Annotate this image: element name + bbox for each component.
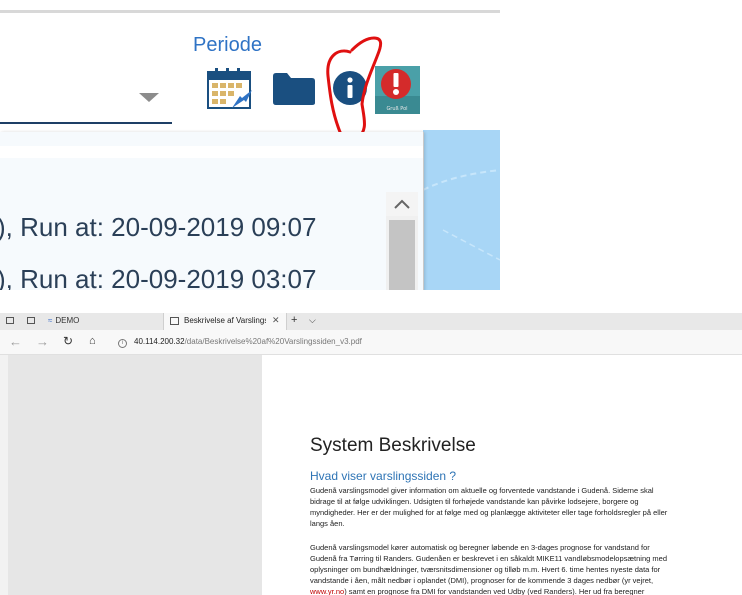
run-list-item[interactable]: ), Run at: 20-09-2019 03:07: [0, 264, 316, 290]
pdf-paragraph: Gudenå varslingsmodel kører automatisk o…: [310, 542, 720, 595]
viewer-left-edge: [0, 355, 8, 595]
folder-icon[interactable]: [272, 72, 316, 106]
site-icon: ≈: [48, 316, 53, 325]
station-dropdown[interactable]: [0, 76, 172, 124]
periode-label: Periode: [193, 34, 262, 56]
url-field[interactable]: i 40.114.200.32/data/Beskrivelse%20af%20V…: [118, 337, 362, 348]
pdf-subtitle: Hvad viser varslingssiden ?: [310, 469, 457, 483]
pdf-page: System Beskrivelse Hvad viser varslingss…: [262, 355, 742, 595]
address-bar: ← → ↻ ⌂ i 40.114.200.32/data/Beskrivelse%…: [0, 330, 742, 355]
url-path: /data/Beskrivelse%20af%20Varslingssiden_…: [184, 337, 362, 346]
pdf-title: System Beskrivelse: [310, 435, 476, 456]
info-icon[interactable]: [332, 70, 368, 106]
pdf-text-line: Gudenå varslingsmodel giver information …: [310, 486, 654, 495]
alert-caption: Gruß Pol: [386, 106, 407, 112]
tab-preview-icon[interactable]: [6, 317, 14, 324]
dropdown-underline: [0, 122, 172, 124]
app-toolbar-zoom: Periode Gruß Pol), Run at: 20-09-2019 0…: [0, 0, 500, 290]
scroll-up-button[interactable]: [386, 192, 418, 216]
pdf-text-line: bidrage til at følge udviklingen. Udsigt…: [310, 497, 639, 506]
scrollbar-thumb[interactable]: [389, 220, 415, 290]
top-divider: [0, 10, 500, 13]
tab-bar: ≈ DEMO Beskrivelse af Varslingssi ✕ + ⌵: [0, 313, 742, 330]
pdf-text-line: Gudenå fra Tørring til Randers. Gudenåen…: [310, 554, 667, 563]
map-view[interactable]: [423, 130, 500, 290]
forward-button[interactable]: →: [36, 334, 49, 349]
refresh-button[interactable]: ↻: [63, 334, 73, 348]
chevron-down-icon[interactable]: [139, 93, 159, 102]
tab-list-chevron-icon[interactable]: ⌵: [309, 315, 316, 326]
back-button[interactable]: ←: [9, 334, 22, 349]
yr-link[interactable]: www.yr.no: [310, 587, 344, 595]
alert-icon[interactable]: Gruß Pol: [375, 66, 420, 114]
chevron-up-icon: [394, 199, 410, 209]
pdf-paragraph: Gudenå varslingsmodel giver information …: [310, 485, 720, 529]
url-host: 40.114.200.32: [134, 337, 185, 346]
panel-header: [0, 146, 423, 158]
site-info-icon[interactable]: i: [118, 339, 127, 348]
calendar-icon[interactable]: [206, 66, 254, 110]
set-tabs-aside-icon[interactable]: [27, 317, 35, 324]
pdf-text-line: vandstande i åen, målt nedbør i oplandet…: [310, 576, 654, 585]
run-list-item[interactable]: ), Run at: 20-09-2019 09:07: [0, 212, 316, 243]
tab-pdf-title: Beskrivelse af Varslingssi: [184, 316, 266, 325]
pdf-text-fragment: ) samt en prognose fra DMI for vandstand…: [344, 587, 645, 595]
close-tab-icon[interactable]: ✕: [272, 315, 280, 326]
pdf-text-line: myndigheder. Her er der mulighed for at …: [310, 508, 668, 517]
pdf-text-line: Gudenå varslingsmodel kører automatisk o…: [310, 543, 650, 552]
new-tab-button[interactable]: +: [291, 314, 297, 326]
tab-demo[interactable]: ≈ DEMO: [48, 316, 79, 325]
document-icon: [170, 317, 179, 325]
tab-demo-label: DEMO: [55, 316, 80, 325]
pdf-text-line: www.yr.no) samt en prognose fra DMI for …: [310, 586, 720, 595]
pdf-text-line: oplysninger om bundhældninger, tværsnits…: [310, 565, 661, 574]
pdf-text-line: langs åen.: [310, 519, 345, 528]
tab-pdf[interactable]: Beskrivelse af Varslingssi ✕: [163, 313, 287, 330]
home-button[interactable]: ⌂: [89, 335, 96, 347]
browser-window: ≈ DEMO Beskrivelse af Varslingssi ✕ + ⌵ ←…: [0, 313, 742, 595]
